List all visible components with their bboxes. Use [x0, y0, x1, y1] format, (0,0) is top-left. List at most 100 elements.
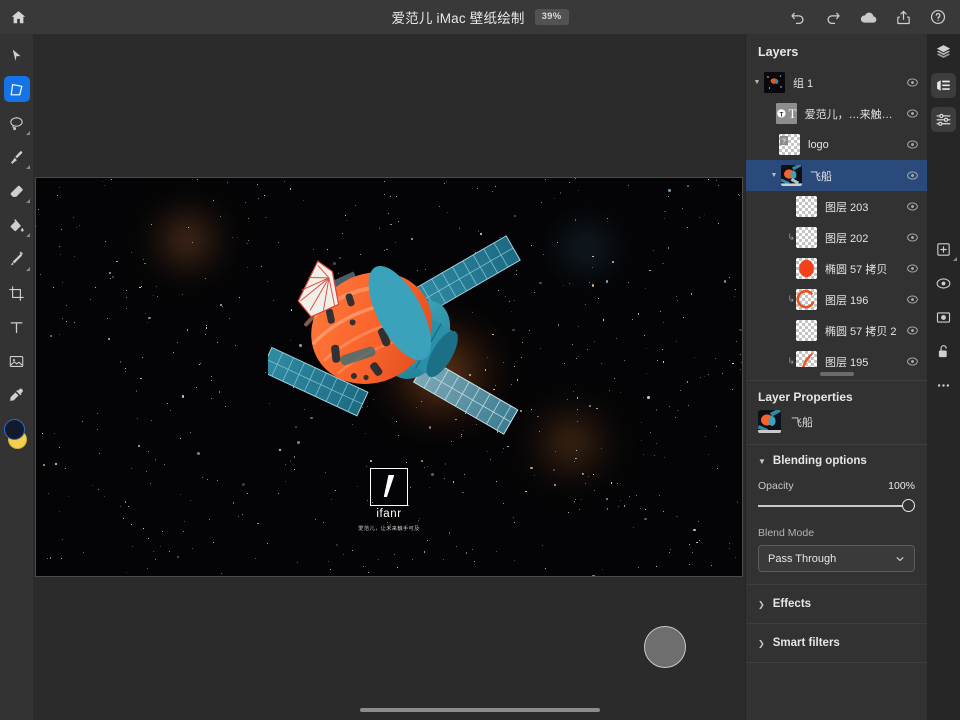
undo-button[interactable]: [782, 0, 814, 34]
canvas-workspace[interactable]: ifanr 爱范儿，让未来触手可及: [33, 34, 745, 720]
layers-list[interactable]: ▼组 1TT爱范儿，…来触手可及?logo▼飞船图层 203↳图层 202椭圆 …: [746, 67, 927, 367]
home-indicator[interactable]: [360, 708, 600, 712]
layer-visibility-toggle[interactable]: [903, 262, 921, 275]
zoom-level-badge[interactable]: 39%: [535, 9, 569, 25]
layers-stack-button[interactable]: [927, 34, 960, 68]
layer-visibility-toggle[interactable]: [903, 200, 921, 213]
layer-thumbnail[interactable]: [781, 165, 802, 186]
add-layer-button[interactable]: [927, 232, 960, 266]
layer-name: 爱范儿，…来触手可及: [805, 106, 903, 122]
layer-thumbnail[interactable]: [796, 227, 817, 248]
layer-visibility-toggle[interactable]: [903, 231, 921, 244]
eraser-icon: [8, 183, 25, 200]
layer-thumbnail[interactable]: [796, 320, 817, 341]
blending-options-title: Blending options: [773, 455, 867, 467]
help-button[interactable]: [922, 0, 954, 34]
clipping-mask-indicator: ↳: [784, 294, 796, 305]
layer-thumbnail[interactable]: [796, 351, 817, 367]
unlock-padlock-icon: [935, 343, 952, 360]
slider-knob[interactable]: [902, 499, 915, 512]
blend-mode-label: Blend Mode: [758, 527, 915, 539]
artboard-canvas[interactable]: ifanr 爱范儿，让未来触手可及: [36, 178, 742, 576]
layer-row[interactable]: 椭圆 57 拷贝: [746, 253, 927, 284]
eyedropper-tool[interactable]: [0, 378, 33, 412]
move-tool[interactable]: [0, 38, 33, 72]
more-options-button[interactable]: [927, 368, 960, 402]
type-tool[interactable]: [0, 310, 33, 344]
layer-mask-button[interactable]: [927, 300, 960, 334]
layer-expand-toggle[interactable]: ▼: [750, 79, 764, 86]
layer-thumbnail[interactable]: [796, 258, 817, 279]
svg-text:?: ?: [782, 138, 786, 145]
effects-section[interactable]: ❯ Effects: [746, 584, 927, 623]
layer-row[interactable]: ▼飞船: [746, 160, 927, 191]
layer-visibility-toggle[interactable]: [903, 169, 921, 182]
layer-visibility-toggle[interactable]: [903, 324, 921, 337]
adjustments-button[interactable]: [927, 102, 960, 136]
layer-thumbnail[interactable]: [764, 72, 785, 93]
layer-expand-toggle[interactable]: ▼: [767, 172, 781, 179]
clone-stamp-icon: [8, 251, 25, 268]
clipping-mask-indicator: ↳: [784, 232, 796, 243]
brush-tool[interactable]: [0, 140, 33, 174]
paint-bucket-icon: [8, 217, 25, 234]
cloud-sync-button[interactable]: [852, 0, 884, 34]
redo-button[interactable]: [817, 0, 849, 34]
layer-row[interactable]: TT 爱范儿，…来触手可及: [746, 98, 927, 129]
layer-properties-name: 飞船: [791, 414, 813, 430]
eye-icon: [906, 107, 919, 120]
layer-visibility-toggle[interactable]: [903, 107, 921, 120]
layer-thumbnail[interactable]: [796, 196, 817, 217]
layer-row[interactable]: ↳图层 195: [746, 346, 927, 367]
eye-icon: [906, 262, 919, 275]
touch-cursor[interactable]: [644, 626, 686, 668]
layer-row[interactable]: ↳图层 196: [746, 284, 927, 315]
chevron-down-icon: [895, 554, 905, 564]
text-t-icon: [8, 319, 25, 336]
opacity-row: Opacity 100%: [758, 480, 915, 492]
opacity-value: 100%: [888, 480, 915, 492]
opacity-slider[interactable]: [758, 499, 915, 513]
eraser-tool[interactable]: [0, 174, 33, 208]
page-title: 爱范儿 iMac 壁纸绘制: [391, 7, 524, 27]
tool-flyout-indicator: [26, 165, 30, 169]
layer-visibility-toggle[interactable]: [903, 293, 921, 306]
color-swatches[interactable]: [0, 414, 33, 458]
fill-tool[interactable]: [0, 208, 33, 242]
clone-stamp-tool[interactable]: [0, 242, 33, 276]
eye-icon: [906, 293, 919, 306]
layer-row[interactable]: ▼组 1: [746, 67, 927, 98]
home-button[interactable]: [0, 0, 36, 34]
lasso-select-tool[interactable]: [0, 106, 33, 140]
transform-tool[interactable]: [0, 72, 33, 106]
layer-thumbnail[interactable]: TT: [776, 103, 797, 124]
layer-visibility-toggle[interactable]: [903, 138, 921, 151]
crop-tool[interactable]: [0, 276, 33, 310]
layer-list-button[interactable]: [927, 68, 960, 102]
logo-tagline: 爱范儿，让未来触手可及: [354, 525, 424, 532]
tool-flyout-indicator: [26, 199, 30, 203]
blend-mode-select[interactable]: Pass Through: [758, 545, 915, 572]
right-icon-rail: [927, 34, 960, 720]
smart-filters-section[interactable]: ❯ Smart filters: [746, 623, 927, 662]
layer-row[interactable]: ↳图层 202: [746, 222, 927, 253]
layer-name: 椭圆 57 拷贝 2: [825, 323, 903, 339]
chevron-down-icon: ▼: [758, 457, 766, 466]
blending-options-header[interactable]: ▼ Blending options: [758, 455, 915, 467]
layer-visibility-toggle[interactable]: [903, 355, 921, 367]
rail-spacer: [927, 136, 960, 232]
spacecraft-artwork: [268, 230, 528, 440]
share-button[interactable]: [887, 0, 919, 34]
layer-thumbnail[interactable]: ?: [779, 134, 800, 155]
layer-row[interactable]: 椭圆 57 拷贝 2: [746, 315, 927, 346]
place-image-tool[interactable]: [0, 344, 33, 378]
layer-visibility-button[interactable]: [927, 266, 960, 300]
layer-row[interactable]: ?logo: [746, 129, 927, 160]
panel-resize-grabber[interactable]: [820, 372, 854, 376]
layer-row[interactable]: 图层 203: [746, 191, 927, 222]
transform-icon: [8, 81, 25, 98]
foreground-color-swatch[interactable]: [4, 419, 25, 440]
lock-layer-button[interactable]: [927, 334, 960, 368]
layer-visibility-toggle[interactable]: [903, 76, 921, 89]
layer-thumbnail[interactable]: [796, 289, 817, 310]
